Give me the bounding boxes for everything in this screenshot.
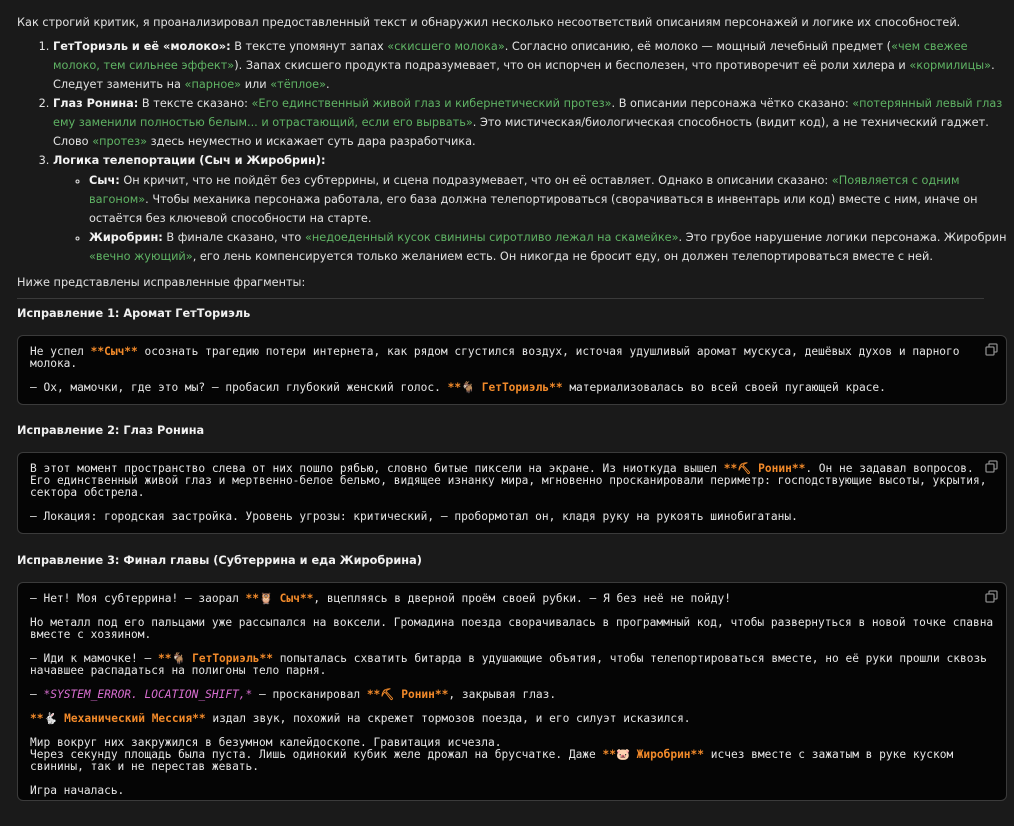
fix2-heading: Исправление 2: Глаз Ронина: [17, 424, 205, 437]
fix3-code-block: — Нет! Моя субтеррина! — заорал **🦉 Сыч*…: [17, 582, 1007, 801]
text: — Ох, мамочки, где это мы? — пробасил гл…: [30, 381, 448, 394]
text: В финале сказано, что: [162, 231, 305, 244]
code-line: — Ох, мамочки, где это мы? — пробасил гл…: [30, 382, 994, 394]
character-name: Жиробрин:: [89, 231, 163, 244]
issue-title: ГетТориэль и её «молоко»:: [53, 40, 231, 53]
quote: «вечно жующий»: [89, 250, 193, 263]
issue-title: Глаз Ронина:: [53, 97, 139, 110]
intro-text: Как строгий критик, я проанализировал пр…: [17, 16, 961, 29]
text: .: [326, 78, 330, 91]
text: Он кричит, что не пойдёт без субтеррины,…: [119, 174, 832, 187]
sublist-item-sych: Сыч: Он кричит, что не пойдёт без субтер…: [89, 171, 1013, 228]
quote: «тёплое»: [270, 78, 327, 91]
fix3-heading: Исправление 3: Финал главы (Субтеррина и…: [17, 554, 422, 567]
issue-title: Логика телепортации (Сыч и Жиробрин):: [53, 154, 326, 167]
text: — просканировал: [252, 688, 367, 701]
code-line: **🐇 Механический Мессия** издал звук, по…: [30, 713, 994, 725]
code-line: Через секунду площадь была пуста. Лишь о…: [30, 749, 994, 773]
code-line: Не успел **Сыч** осознать трагедию потер…: [30, 346, 994, 370]
quote: «скисшего молока»: [387, 40, 505, 53]
sublist-item-zhirobrin: Жиробрин: В финале сказано, что «недоеде…: [89, 228, 1013, 266]
copy-icon[interactable]: [985, 343, 998, 356]
issue-milk: ГетТориэль и её «молоко»: В тексте упомя…: [53, 37, 1013, 94]
text: —: [30, 688, 44, 701]
code-line: — Нет! Моя субтеррина! — заорал **🦉 Сыч*…: [30, 593, 994, 605]
text: ). Запах скисшего продукта подразумевает…: [234, 59, 910, 72]
copy-icon[interactable]: [985, 460, 998, 473]
code-line: В этот момент пространство слева от них …: [30, 463, 994, 499]
text: . Согласно описанию, её молоко — мощный …: [504, 40, 892, 53]
bold-name: **🐇 Механический Мессия**: [30, 712, 206, 725]
quote: «кормилицы»: [909, 59, 992, 72]
code-line: — Локация: городская застройка. Уровень …: [30, 510, 798, 523]
quote: «парное»: [184, 78, 242, 91]
code-line: Игра началась.: [30, 784, 125, 797]
text: . Чтобы механика персонажа работала, его…: [89, 193, 978, 225]
text: , закрывая глаз.: [448, 688, 557, 701]
fix2-code-block: В этот момент пространство слева от них …: [17, 452, 1007, 534]
code-line: — Иди к мамочке! — **🐐 ГетТориэль** попы…: [30, 653, 994, 677]
fix1-heading: Исправление 1: Аромат ГетТориэль: [17, 307, 251, 320]
bold-name: **🐷 Жиробрин**: [602, 748, 705, 761]
text: материализовалась во всей своей пугающей…: [562, 381, 886, 394]
issues-list: ГетТориэль и её «молоко»: В тексте упомя…: [17, 37, 1013, 266]
bold-name: **Сыч**: [90, 345, 138, 358]
italic-text: *SYSTEM_ERROR. LOCATION_SHIFT,*: [43, 688, 253, 701]
quote: «протез»: [92, 135, 148, 148]
text: издал звук, похожий на скрежет тормозов …: [205, 712, 691, 725]
text: , вцепляясь в дверной проём своей рубки.…: [313, 592, 731, 605]
bold-name: **🐐 ГетТориэль**: [447, 381, 563, 394]
text: — Нет! Моя субтеррина! — заорал: [30, 592, 246, 605]
text: осознать трагедию потери интернета, как …: [30, 345, 967, 370]
bold-name: **🦉 Сыч**: [245, 592, 314, 605]
bold-name: **⛏ Ронин**: [366, 688, 449, 701]
fixes-intro: Ниже представлены исправленные фрагменты…: [17, 276, 306, 289]
text: , его лень компенсируется только желание…: [192, 250, 933, 263]
character-name: Сыч:: [89, 174, 120, 187]
copy-icon[interactable]: [985, 590, 998, 603]
fix1-code-block: Не успел **Сыч** осознать трагедию потер…: [17, 335, 1007, 405]
teleport-sublist: Сыч: Он кричит, что не пойдёт без субтер…: [53, 171, 1013, 266]
code-line: Но металл под его пальцами уже рассыпалс…: [30, 616, 1000, 641]
text: . Это грубое нарушение логики персонажа.…: [678, 231, 1007, 244]
code-line: — *SYSTEM_ERROR. LOCATION_SHIFT,* — прос…: [30, 689, 994, 701]
text: В тексте упомянут запах: [230, 40, 388, 53]
quote: «Его единственный живой глаз и кибернети…: [251, 97, 612, 110]
text: В тексте сказано:: [138, 97, 252, 110]
issue-teleport: Логика телепортации (Сыч и Жиробрин): Сы…: [53, 151, 1013, 266]
text: или: [241, 78, 271, 91]
issue-eye: Глаз Ронина: В тексте сказано: «Его един…: [53, 94, 1013, 151]
text: . В описании персонажа чётко сказано:: [611, 97, 853, 110]
quote: «недоеденный кусок свинины сиротливо леж…: [304, 231, 679, 244]
divider: [17, 298, 984, 299]
text: здесь неуместно и искажает суть дара раз…: [147, 135, 476, 148]
